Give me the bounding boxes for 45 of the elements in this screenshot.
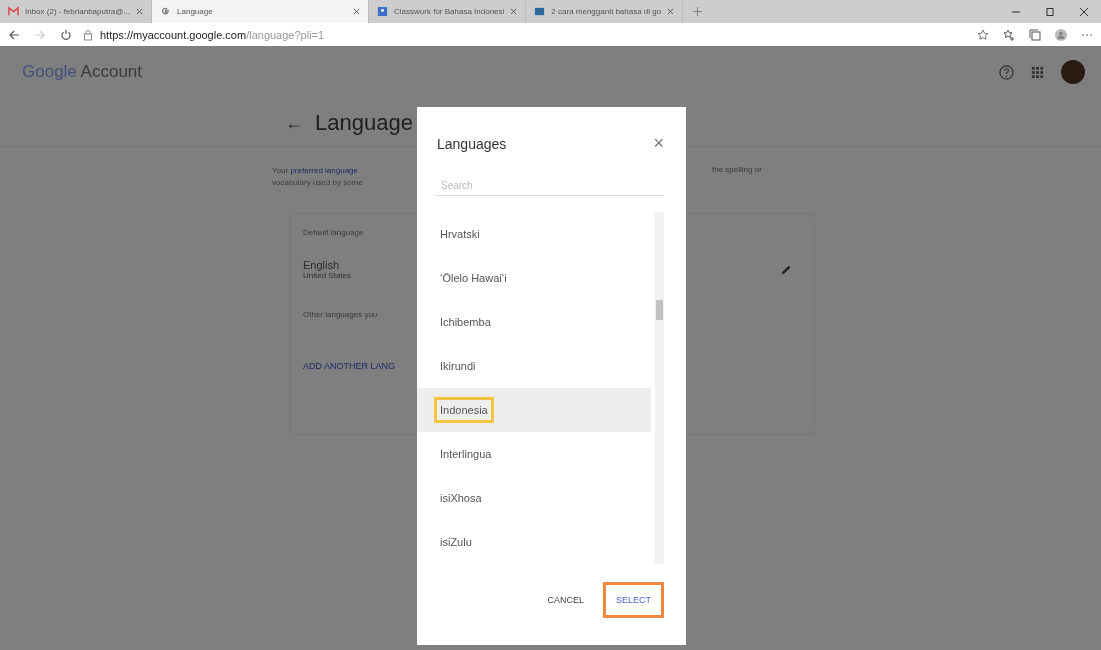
close-icon[interactable] — [510, 8, 518, 15]
tab-title: Language — [177, 7, 214, 16]
section-label: Default language — [303, 228, 364, 237]
language-option[interactable]: ʻŌlelo Hawaiʻi — [417, 256, 651, 300]
close-button[interactable]: × — [653, 133, 664, 154]
favorites-icon[interactable] — [1003, 28, 1015, 41]
tab-title: Inbox (2) - febrianbaputra@... — [25, 7, 131, 16]
page-icon — [534, 6, 546, 17]
dialog-button[interactable]: SELECT — [603, 582, 664, 618]
collections-icon[interactable] — [1029, 28, 1041, 41]
scrollbar[interactable] — [655, 212, 664, 564]
google-icon — [160, 6, 172, 17]
close-icon[interactable] — [1079, 6, 1089, 17]
page-heading: Language — [315, 110, 413, 136]
back-icon[interactable] — [8, 28, 20, 41]
profile-icon[interactable] — [1055, 28, 1067, 41]
language-option[interactable]: Interlingua — [417, 432, 651, 476]
avatar[interactable] — [1061, 60, 1085, 84]
classroom-icon — [377, 6, 389, 17]
tab-title: Classwork for Bahasa Indonesi — [394, 7, 505, 16]
language-region: United States — [303, 271, 352, 280]
back-button[interactable]: ← — [285, 112, 303, 134]
language-option[interactable]: isiXhosa — [417, 476, 651, 520]
star-icon[interactable] — [977, 28, 989, 41]
new-tab-icon[interactable] — [693, 7, 703, 16]
section-label: Other languages you — [303, 310, 378, 319]
dialog-title: Languages — [437, 135, 507, 152]
maximize-icon[interactable] — [1045, 6, 1055, 17]
language-option[interactable]: Indonesia — [417, 388, 651, 432]
lock-icon — [82, 28, 94, 41]
url-field[interactable]: https://myaccount.google.com/language?pli=1 — [100, 28, 325, 41]
refresh-icon[interactable] — [60, 28, 72, 41]
language-option[interactable]: Hrvatski — [417, 212, 651, 256]
language-name: English — [303, 259, 341, 271]
language-option[interactable]: Ichibemba — [417, 300, 651, 344]
apps-grid-icon[interactable] — [1030, 64, 1045, 80]
close-icon[interactable] — [353, 8, 361, 15]
browser-tab[interactable]: Language — [152, 0, 370, 23]
close-icon[interactable] — [667, 8, 675, 15]
close-icon[interactable] — [136, 8, 144, 15]
language-option[interactable]: isiZulu — [417, 520, 651, 564]
language-option[interactable]: Ikirundi — [417, 344, 651, 388]
help-icon[interactable] — [999, 64, 1014, 80]
tab-title: 2 cara mengganti bahasa di go — [551, 7, 662, 16]
mail-icon — [8, 6, 19, 17]
